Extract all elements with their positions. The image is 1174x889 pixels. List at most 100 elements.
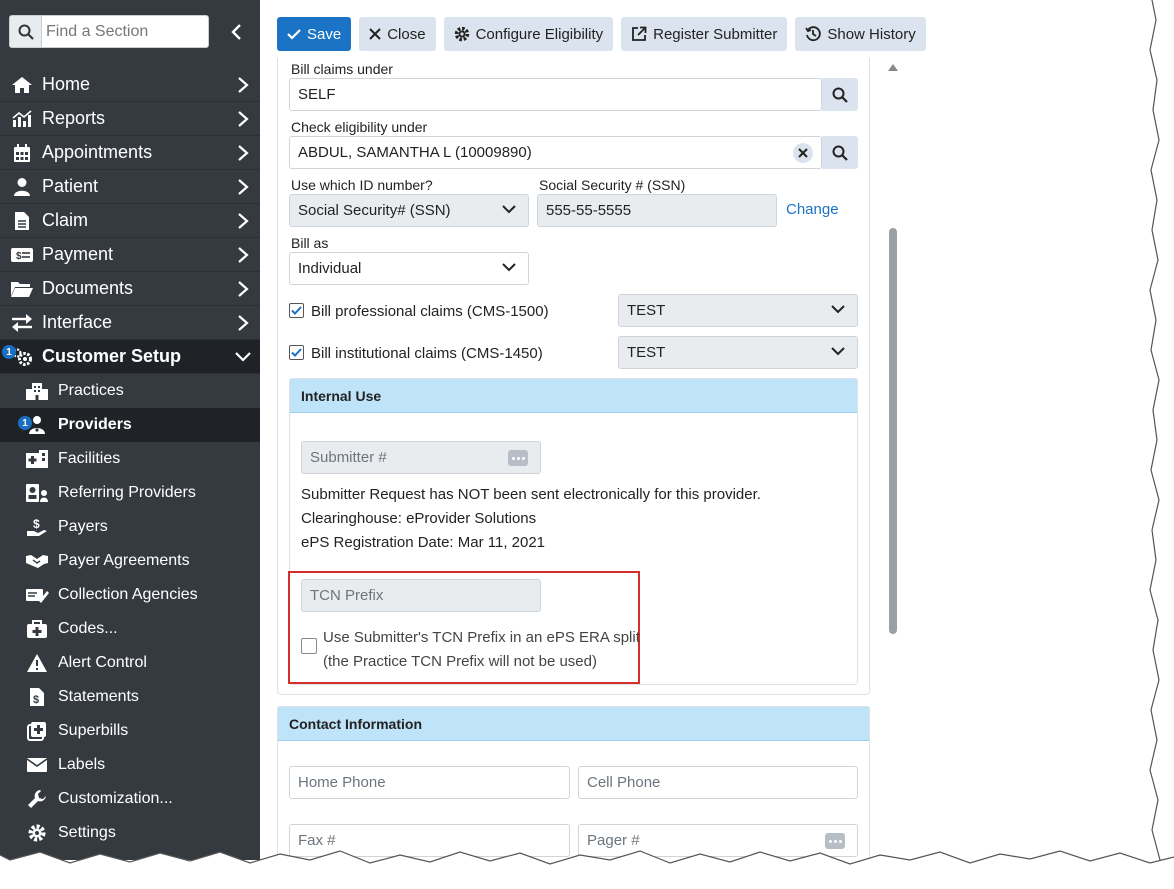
nav-item-claim[interactable]: Claim: [0, 204, 260, 238]
nav-label: Interface: [42, 312, 113, 332]
nav-label: Payment: [42, 244, 114, 264]
nav-item-payment[interactable]: $ Payment: [0, 238, 260, 272]
scrollbar-thumb[interactable]: [889, 228, 897, 634]
contact-information-header: Contact Information: [278, 707, 869, 741]
search-icon[interactable]: [10, 16, 42, 47]
collapse-sidebar-button[interactable]: [224, 18, 248, 46]
chevron-right-icon: [238, 111, 249, 127]
sidebar-item-labels[interactable]: Labels: [0, 748, 260, 782]
nav-item-appointments[interactable]: Appointments: [0, 136, 260, 170]
show-history-button[interactable]: Show History: [795, 17, 926, 51]
more-options-icon[interactable]: [508, 450, 528, 466]
chart-icon: [10, 109, 34, 129]
svg-text:$: $: [33, 694, 39, 706]
close-icon: [369, 28, 381, 40]
chevron-down-icon: [502, 205, 516, 214]
sidebar-item-superbills[interactable]: Superbills: [0, 714, 260, 748]
sidebar-item-codes[interactable]: Codes...: [0, 612, 260, 646]
sidebar-item-referring-providers[interactable]: Referring Providers: [0, 476, 260, 510]
submitter-number-field[interactable]: Submitter #: [301, 441, 541, 474]
cell-phone-field[interactable]: Cell Phone: [578, 766, 858, 799]
home-phone-field[interactable]: Home Phone: [289, 766, 570, 799]
configure-eligibility-button[interactable]: Configure Eligibility: [443, 17, 614, 51]
scroll-up-arrow-icon[interactable]: [888, 64, 898, 71]
institutional-claims-checkbox[interactable]: [289, 345, 304, 360]
professional-claims-select[interactable]: TEST: [618, 294, 858, 327]
check-eligibility-search-button[interactable]: [822, 136, 858, 169]
nav-item-patient[interactable]: Patient: [0, 170, 260, 204]
toolbar: Save Close Configure Eligibility Registe…: [277, 17, 926, 51]
sidebar-item-collection-agencies[interactable]: Collection Agencies: [0, 578, 260, 612]
sidebar-item-facilities[interactable]: Facilities: [0, 442, 260, 476]
check-icon: [291, 348, 302, 357]
submitter-status-text: Submitter Request has NOT been sent elec…: [301, 486, 761, 503]
professional-claims-checkbox[interactable]: [289, 303, 304, 318]
bill-as-select[interactable]: Individual: [289, 252, 529, 285]
close-button[interactable]: Close: [359, 17, 436, 51]
professional-claims-label: Bill professional claims (CMS-1500): [311, 303, 549, 320]
sidebar-item-label: Collection Agencies: [58, 586, 198, 603]
bill-claims-search-button[interactable]: [822, 78, 858, 111]
save-label: Save: [307, 25, 342, 43]
section-search: [9, 15, 209, 48]
bill-claims-under-field[interactable]: SELF: [289, 78, 822, 111]
sidebar-item-settings[interactable]: Settings: [0, 816, 260, 850]
chevron-right-icon: [238, 179, 249, 195]
institutional-claims-select[interactable]: TEST: [618, 336, 858, 369]
sidebar-item-payers[interactable]: $ Payers: [0, 510, 260, 544]
referring-icon: [25, 483, 49, 503]
sidebar-item-customization[interactable]: Customization...: [0, 782, 260, 816]
register-submitter-button[interactable]: Register Submitter: [621, 17, 788, 51]
sidebar-item-providers[interactable]: 1 Providers: [0, 408, 260, 442]
sidebar-item-label: Payers: [58, 518, 108, 535]
nav-label: Documents: [42, 278, 134, 298]
bill-claims-under-label: Bill claims under: [291, 61, 393, 77]
sidebar-item-practices[interactable]: Practices: [0, 374, 260, 408]
chevron-right-icon: [238, 77, 249, 93]
sidebar-item-label: Customization...: [58, 790, 173, 807]
nav-item-reports[interactable]: Reports: [0, 102, 260, 136]
tcn-prefix-checkbox[interactable]: [301, 638, 317, 654]
nav-item-documents[interactable]: Documents: [0, 272, 260, 306]
nav-item-customer-setup[interactable]: 1 Customer Setup: [0, 340, 260, 374]
home-icon: [10, 75, 34, 95]
chevron-right-icon: [238, 247, 249, 263]
more-options-icon[interactable]: [825, 833, 845, 849]
contact-information-panel: Contact Information Home Phone Cell Phon…: [277, 706, 870, 858]
notification-badge: 1: [2, 345, 16, 359]
show-history-label: Show History: [827, 25, 916, 43]
check-eligibility-field[interactable]: ABDUL, SAMANTHA L (10009890): [289, 136, 822, 169]
main-nav: Home Reports Appointments Patient Claim …: [0, 68, 260, 850]
chevron-right-icon: [238, 213, 249, 229]
ssn-field[interactable]: 555-55-5555: [537, 194, 777, 227]
id-number-label: Use which ID number?: [291, 177, 433, 193]
tcn-checkbox-line1: Use Submitter's TCN Prefix in an ePS ERA…: [323, 629, 640, 646]
sidebar-item-payer-agreements[interactable]: Payer Agreements: [0, 544, 260, 578]
bill-as-value: Individual: [298, 260, 362, 277]
scrollbar[interactable]: [886, 58, 900, 858]
id-number-select[interactable]: Social Security# (SSN): [289, 194, 529, 227]
nav-item-home[interactable]: Home: [0, 68, 260, 102]
sidebar-item-alert-control[interactable]: Alert Control: [0, 646, 260, 680]
hospital-icon: [25, 449, 49, 469]
bill-claims-under-value: SELF: [298, 86, 336, 103]
superbill-icon: [25, 721, 49, 741]
tcn-prefix-field[interactable]: TCN Prefix: [301, 579, 541, 612]
clear-icon[interactable]: [793, 143, 813, 163]
search-input[interactable]: [46, 16, 204, 47]
nav-label: Appointments: [42, 142, 153, 162]
sidebar-item-label: Settings: [58, 824, 116, 841]
nav-item-interface[interactable]: Interface: [0, 306, 260, 340]
save-button[interactable]: Save: [277, 17, 352, 51]
file-icon: [10, 211, 34, 231]
check-eligibility-label: Check eligibility under: [291, 119, 428, 135]
nav-label: Claim: [42, 210, 89, 230]
configure-eligibility-label: Configure Eligibility: [475, 25, 604, 43]
check-eligibility-value: ABDUL, SAMANTHA L (10009890): [298, 144, 532, 161]
sidebar-item-statements[interactable]: $ Statements: [0, 680, 260, 714]
history-icon: [805, 26, 822, 42]
submitter-number-placeholder: Submitter #: [310, 449, 387, 466]
change-link[interactable]: Change: [786, 201, 839, 218]
check-icon: [291, 306, 302, 315]
handshake-icon: [25, 551, 49, 571]
